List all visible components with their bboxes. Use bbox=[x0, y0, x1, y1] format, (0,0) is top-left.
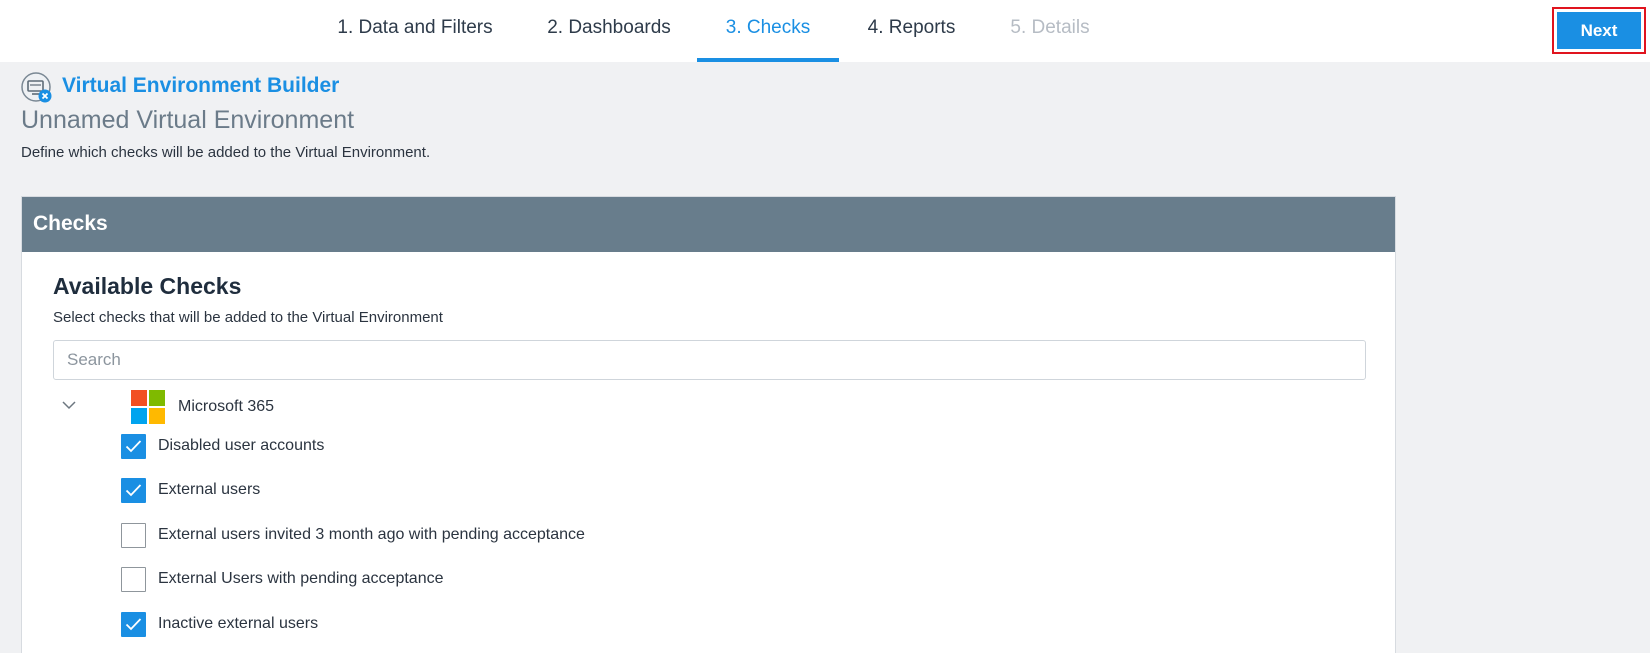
checks-panel-title: Checks bbox=[22, 197, 1395, 252]
wizard-topbar: 1. Data and Filters 2. Dashboards 3. Che… bbox=[0, 0, 1650, 62]
checkbox-checked[interactable] bbox=[121, 434, 146, 459]
checks-panel: Checks Available Checks Select checks th… bbox=[21, 196, 1396, 653]
available-checks-title: Available Checks bbox=[53, 273, 242, 299]
virtual-environment-builder-icon bbox=[21, 72, 52, 103]
check-label: External users bbox=[158, 481, 261, 498]
check-item-external-users[interactable]: External users bbox=[121, 476, 821, 506]
check-item-inactive-external-users[interactable]: Inactive external users bbox=[121, 610, 821, 640]
tab-dashboards[interactable]: 2. Dashboards bbox=[540, 0, 678, 62]
chevron-down-icon[interactable] bbox=[59, 395, 79, 415]
check-item-disabled-user-accounts[interactable]: Disabled user accounts bbox=[121, 432, 821, 462]
checkmark-icon bbox=[125, 440, 142, 453]
group-label: Microsoft 365 bbox=[178, 398, 275, 415]
check-item-external-users-invited[interactable]: External users invited 3 month ago with … bbox=[121, 521, 821, 551]
available-checks-subtitle: Select checks that will be added to the … bbox=[53, 309, 443, 326]
check-label: External Users with pending acceptance bbox=[158, 570, 444, 587]
logo-square bbox=[131, 390, 147, 406]
check-label: Inactive external users bbox=[158, 615, 319, 632]
checkbox-checked[interactable] bbox=[121, 478, 146, 503]
checkbox-unchecked[interactable] bbox=[121, 523, 146, 548]
next-button[interactable]: Next bbox=[1557, 12, 1641, 49]
tab-details: 5. Details bbox=[1010, 17, 1090, 38]
checkmark-icon bbox=[125, 484, 142, 497]
page-header: Virtual Environment Builder Unnamed Virt… bbox=[0, 62, 1650, 176]
group-row-microsoft-365: Microsoft 365 bbox=[53, 387, 653, 427]
tab-reports[interactable]: 4. Reports bbox=[858, 0, 965, 62]
tab-data-and-filters[interactable]: 1. Data and Filters bbox=[327, 0, 503, 62]
tab-checks[interactable]: 3. Checks bbox=[697, 0, 839, 62]
check-item-external-users-pending[interactable]: External Users with pending acceptance bbox=[121, 565, 821, 595]
logo-square bbox=[131, 408, 147, 424]
logo-square bbox=[149, 390, 165, 406]
checkbox-unchecked[interactable] bbox=[121, 567, 146, 592]
check-label: External users invited 3 month ago with … bbox=[158, 526, 585, 543]
check-label: Disabled user accounts bbox=[158, 437, 325, 454]
microsoft-365-logo-icon bbox=[131, 390, 165, 424]
search-input[interactable] bbox=[53, 340, 1366, 380]
logo-square bbox=[149, 408, 165, 424]
checkmark-icon bbox=[125, 618, 142, 631]
page-description: Define which checks will be added to the… bbox=[21, 144, 431, 161]
builder-title: Virtual Environment Builder bbox=[62, 74, 340, 97]
environment-name: Unnamed Virtual Environment bbox=[21, 106, 355, 134]
checkbox-checked[interactable] bbox=[121, 612, 146, 637]
